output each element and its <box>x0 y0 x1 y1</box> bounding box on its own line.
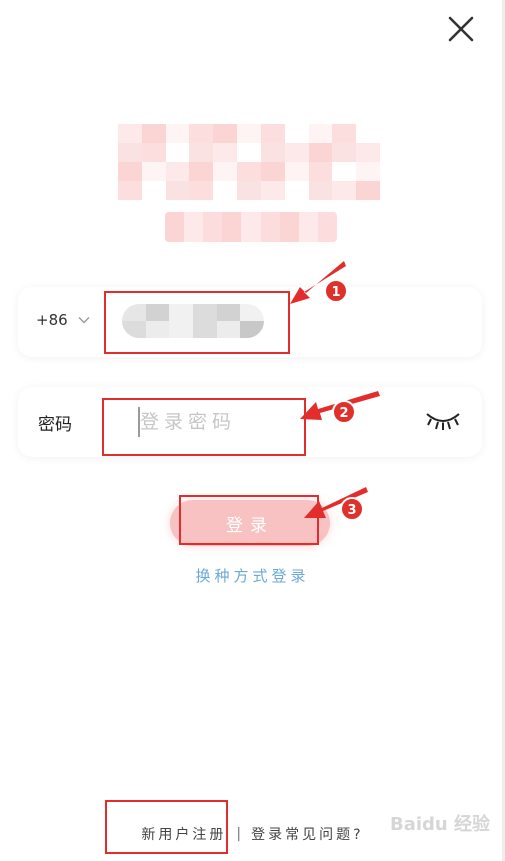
mosaic-cell <box>279 227 299 242</box>
annotation-box-1 <box>104 291 290 354</box>
mosaic-cell <box>241 212 261 227</box>
mosaic-cell <box>184 212 204 227</box>
mosaic-cell <box>241 227 261 242</box>
footer-separator: | <box>236 826 242 842</box>
mosaic-cell <box>237 124 261 143</box>
mosaic-cell <box>118 181 142 200</box>
mosaic-cell <box>260 143 285 162</box>
app-logo <box>118 124 380 200</box>
mosaic-cell <box>213 124 238 143</box>
mosaic-cell <box>260 212 280 227</box>
mosaic-cell <box>260 124 285 143</box>
mosaic-cell <box>308 143 333 162</box>
mosaic-cell <box>118 143 142 162</box>
annotation-badge-1: 1 <box>324 279 348 303</box>
mosaic-cell <box>356 181 380 200</box>
mosaic-cell <box>308 124 333 143</box>
mosaic-cell <box>141 124 166 143</box>
app-slogan <box>165 212 337 242</box>
mosaic-cell <box>203 212 223 227</box>
mosaic-cell <box>332 124 357 143</box>
mosaic-cell <box>317 227 337 242</box>
eye-closed-icon[interactable] <box>424 409 462 433</box>
mosaic-cell <box>332 143 357 162</box>
mosaic-cell <box>279 212 299 227</box>
mosaic-cell <box>203 227 223 242</box>
login-screen: +86 密码 登录 换种方式登录 新用户注册 | 登录常见问题? 1 2 3 B… <box>0 0 505 861</box>
switch-login-method-link[interactable]: 换种方式登录 <box>0 565 505 586</box>
mosaic-cell <box>284 124 309 143</box>
mosaic-cell <box>260 227 280 242</box>
mosaic-cell <box>189 181 214 200</box>
country-code-select[interactable]: +86 <box>36 311 90 329</box>
mosaic-cell <box>213 162 238 181</box>
mosaic-cell <box>308 162 333 181</box>
annotation-box-3 <box>179 495 319 545</box>
mosaic-cell <box>189 162 214 181</box>
mosaic-cell <box>165 124 190 143</box>
country-code: +86 <box>36 311 68 329</box>
mosaic-cell <box>141 143 166 162</box>
mosaic-cell <box>332 181 357 200</box>
mosaic-cell <box>260 181 285 200</box>
password-label: 密码 <box>38 415 72 435</box>
mosaic-cell <box>284 162 309 181</box>
mosaic-cell <box>184 227 204 242</box>
mosaic-cell <box>165 143 190 162</box>
mosaic-cell <box>237 143 261 162</box>
mosaic-cell <box>213 143 238 162</box>
login-help-link[interactable]: 登录常见问题? <box>251 824 363 844</box>
mosaic-cell <box>141 162 166 181</box>
mosaic-cell <box>165 162 190 181</box>
watermark: Baidu 经验 <box>390 814 491 835</box>
mosaic-cell <box>118 162 142 181</box>
mosaic-cell <box>284 181 309 200</box>
close-icon <box>448 16 474 42</box>
mosaic-cell <box>356 124 380 143</box>
mosaic-cell <box>332 162 357 181</box>
mosaic-cell <box>237 162 261 181</box>
mosaic-cell <box>317 212 337 227</box>
mosaic-cell <box>165 181 190 200</box>
annotation-badge-2: 2 <box>332 400 356 424</box>
mosaic-cell <box>260 162 285 181</box>
mosaic-cell <box>298 212 318 227</box>
mosaic-cell <box>356 143 380 162</box>
annotation-badge-3: 3 <box>340 497 364 521</box>
mosaic-cell <box>308 181 333 200</box>
chevron-down-icon <box>78 317 90 324</box>
mosaic-cell <box>222 212 242 227</box>
mosaic-cell <box>213 181 238 200</box>
mosaic-cell <box>118 124 142 143</box>
mosaic-cell <box>237 181 261 200</box>
mosaic-cell <box>189 124 214 143</box>
mosaic-cell <box>141 181 166 200</box>
annotation-box-4 <box>105 800 228 854</box>
annotation-box-2 <box>102 398 306 456</box>
mosaic-cell <box>356 162 380 181</box>
mosaic-cell <box>189 143 214 162</box>
mosaic-cell <box>165 212 185 227</box>
mosaic-cell <box>284 143 309 162</box>
mosaic-cell <box>298 227 318 242</box>
mosaic-cell <box>165 227 185 242</box>
mosaic-cell <box>222 227 242 242</box>
close-button[interactable] <box>444 12 478 46</box>
